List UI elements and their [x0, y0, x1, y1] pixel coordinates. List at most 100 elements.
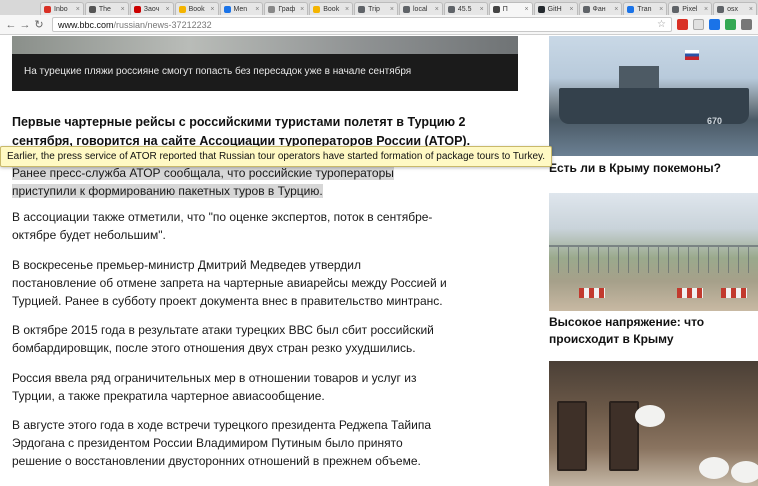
ship-superstructure — [619, 66, 659, 90]
tab-close-icon[interactable]: × — [74, 6, 80, 13]
plate-shape — [731, 461, 758, 483]
browser-tab[interactable]: П × — [488, 2, 533, 15]
tab-close-icon[interactable]: × — [567, 6, 573, 13]
browser-tab[interactable]: 45.5 × — [443, 2, 488, 15]
russian-flag-icon — [685, 50, 699, 60]
url-path: /russian/news-37212232 — [113, 19, 212, 30]
extension-icon[interactable] — [677, 19, 688, 30]
tab-close-icon[interactable]: × — [208, 6, 214, 13]
browser-tab[interactable]: Граф × — [264, 2, 309, 15]
highlighted-text: приступили к формированию пакетных туров… — [12, 184, 323, 198]
back-arrow-icon[interactable]: ← — [4, 19, 18, 31]
related-sidebar: 670 Есть ли в Крыму покемоны? Высокое на… — [549, 36, 758, 486]
paragraph: В августе этого года в ходе встречи туре… — [12, 416, 512, 470]
barrier-shape — [721, 288, 747, 298]
tab-close-icon[interactable]: × — [119, 6, 125, 13]
related-headline-link[interactable]: Высокое напряжение: что происходит в Кры… — [549, 314, 754, 348]
tab-favicon-icon — [537, 5, 545, 13]
browser-tab[interactable]: The × — [84, 2, 129, 15]
tab-favicon-icon — [44, 5, 51, 13]
tab-favicon-icon — [358, 5, 366, 13]
browser-tab[interactable]: Book × — [309, 2, 354, 15]
tab-label: Заоч — [143, 5, 160, 13]
tab-favicon-icon — [403, 5, 410, 13]
tab-favicon-icon — [268, 5, 276, 13]
reload-icon[interactable]: ↻ — [32, 18, 46, 31]
tab-label: 45.5 — [457, 5, 472, 13]
tab-close-icon[interactable]: × — [253, 6, 259, 13]
barrier-shape — [579, 288, 605, 298]
tab-label: Граф — [278, 5, 296, 13]
lead-line: Первые чартерные рейсы с российскими тур… — [12, 115, 466, 129]
related-headline-link[interactable]: Есть ли в Крыму покемоны? — [549, 160, 754, 177]
tab-label: Inbo — [54, 5, 68, 13]
tab-close-icon[interactable]: × — [298, 6, 304, 13]
browser-tab[interactable]: local × — [399, 2, 443, 15]
browser-tab[interactable]: Men × — [219, 2, 264, 15]
text-line: решение о восстановлении двусторонних от… — [12, 454, 421, 468]
market-thumbnail[interactable] — [549, 361, 758, 486]
tab-favicon-icon — [627, 5, 635, 13]
tab-label: Men — [233, 5, 248, 13]
browser-tab[interactable]: Inbo × — [40, 2, 84, 15]
tab-label: osx — [727, 5, 739, 13]
browser-tab[interactable]: Trip × — [354, 2, 398, 15]
headline-line: Высокое напряжение: что — [549, 315, 705, 329]
text-line: постановление об отмене запрета на чарте… — [12, 276, 447, 290]
browser-tab[interactable]: osx × — [713, 2, 757, 15]
tab-close-icon[interactable]: × — [478, 6, 484, 13]
tab-close-icon[interactable]: × — [747, 6, 753, 13]
plate-shape — [699, 457, 729, 479]
tab-close-icon[interactable]: × — [612, 6, 618, 13]
checkpoint-thumbnail[interactable] — [549, 193, 758, 311]
bookmark-star-icon[interactable]: ☆ — [657, 19, 666, 30]
browser-tab[interactable]: Заоч × — [129, 2, 174, 15]
tab-close-icon[interactable]: × — [657, 6, 663, 13]
browser-tab[interactable]: Tran × — [623, 2, 668, 15]
image-caption: На турецкие пляжи россияне смогут попаст… — [24, 66, 412, 77]
extension-icon[interactable] — [693, 19, 704, 30]
tab-close-icon[interactable]: × — [388, 6, 394, 13]
paragraph: Ранее пресс-служба АТОР сообщала, что ро… — [12, 164, 512, 200]
extension-icon[interactable] — [725, 19, 736, 30]
tab-close-icon[interactable]: × — [343, 6, 349, 13]
extension-icon[interactable] — [709, 19, 720, 30]
tab-label: Trip — [368, 5, 380, 13]
paragraph: Россия ввела ряд ограничительных мер в о… — [12, 369, 512, 405]
text-line: бомбардировщик, после этого отношения дв… — [12, 341, 416, 355]
paragraph: В ассоциации также отметили, что "по оце… — [12, 208, 512, 244]
browser-tab[interactable]: Book × — [174, 2, 219, 15]
highlighted-text: Ранее пресс-служба АТОР сообщала, что ро… — [12, 166, 394, 180]
tab-favicon-icon — [133, 5, 141, 13]
tab-label: Book — [188, 5, 205, 13]
text-line: Турции, а также прекратила чартерное ави… — [12, 389, 325, 403]
tab-close-icon[interactable]: × — [164, 6, 170, 13]
tab-close-icon[interactable]: × — [702, 6, 708, 13]
url-host: www.bbc.com — [58, 19, 114, 30]
url-input[interactable]: www.bbc.com/russian/news-37212232 ☆ — [52, 17, 672, 32]
tab-label: П — [502, 5, 508, 13]
tab-favicon-icon — [492, 5, 500, 13]
tab-favicon-icon — [672, 5, 680, 13]
browser-tab[interactable]: GitH × — [533, 2, 578, 15]
text-line: В августе этого года в ходе встречи туре… — [12, 418, 432, 432]
browser-tab[interactable]: Фан × — [578, 2, 623, 15]
forward-arrow-icon[interactable]: → — [18, 19, 32, 31]
menu-icon[interactable] — [741, 19, 752, 30]
paragraph: В воскресенье премьер-министр Дмитрий Ме… — [12, 256, 512, 310]
tab-close-icon[interactable]: × — [523, 6, 529, 13]
browser-tab[interactable]: Pixel × — [668, 2, 713, 15]
tab-label: local — [413, 5, 428, 13]
tab-close-icon[interactable]: × — [433, 6, 439, 13]
text-line: В октябре 2015 года в результате атаки т… — [12, 323, 434, 337]
tray-shape — [609, 401, 639, 471]
browser-window: Inbo × The × Заоч × Book × Men × Граф × Book × Trip × lo… — [0, 0, 758, 486]
hull-number: 670 — [707, 116, 723, 126]
warship-thumbnail[interactable]: 670 — [549, 36, 758, 156]
text-line: Эрдогана с президентом России Владимиром… — [12, 436, 403, 450]
text-line: В воскресенье премьер-министр Дмитрий Ме… — [12, 258, 361, 272]
text-line: октябре будет небольшим". — [12, 228, 166, 242]
beach-photo-strip — [12, 36, 518, 54]
tab-label: Book — [323, 5, 340, 13]
translation-tooltip: Earlier, the press service of ATOR repor… — [0, 146, 553, 167]
